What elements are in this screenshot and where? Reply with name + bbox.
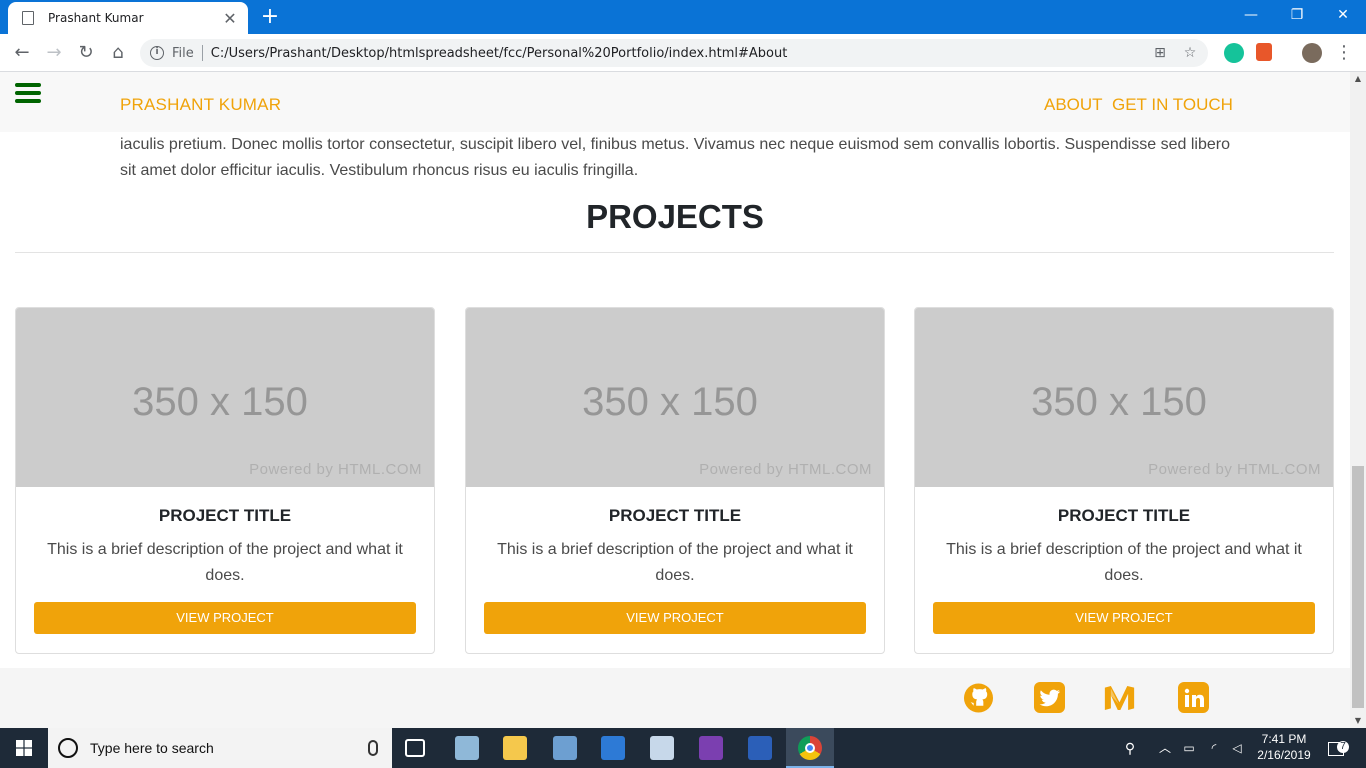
url-text[interactable]: C:/Users/Prashant/Desktop/htmlspreadshee… — [211, 46, 1148, 61]
view-project-button[interactable]: VIEW PROJECT — [484, 602, 866, 634]
file-explorer-icon[interactable] — [503, 736, 527, 760]
page-viewport: PRASHANT KUMAR ABOUT GET IN TOUCH iaculi… — [0, 72, 1350, 728]
tab-title: Prashant Kumar — [48, 11, 144, 25]
cortana-icon — [58, 738, 78, 758]
home-icon[interactable]: ⌂ — [106, 41, 130, 65]
view-project-button[interactable]: VIEW PROJECT — [34, 602, 416, 634]
linkedin-icon[interactable] — [1178, 682, 1209, 713]
system-clock[interactable]: 7:41 PM 2/16/2019 — [1252, 728, 1316, 768]
bookmark-star-icon[interactable]: ☆ — [1178, 43, 1202, 63]
scroll-down-icon[interactable]: ▼ — [1350, 714, 1366, 728]
project-description: This is a brief description of the proje… — [497, 541, 853, 584]
site-brand[interactable]: PRASHANT KUMAR — [120, 95, 281, 115]
clock-date: 2/16/2019 — [1257, 748, 1311, 762]
project-title: PROJECT TITLE — [1057, 506, 1191, 525]
project-title: PROJECT TITLE — [158, 506, 292, 525]
site-footer — [0, 668, 1350, 728]
taskbar-search-box[interactable]: Type here to search — [48, 728, 392, 768]
project-description: This is a brief description of the proje… — [47, 541, 403, 584]
image-placeholder-size: 350 x 150 — [582, 380, 758, 424]
image-placeholder-size: 350 x 150 — [1031, 380, 1207, 424]
project-description: This is a brief description of the proje… — [946, 541, 1302, 584]
github-icon[interactable] — [963, 682, 994, 713]
chrome-icon[interactable] — [798, 736, 822, 760]
notification-center-icon[interactable]: 7 — [1322, 728, 1350, 768]
app-icon-math[interactable] — [650, 736, 674, 760]
onenote-icon[interactable] — [699, 736, 723, 760]
windows-taskbar: Type here to search ⚲ ︿ ▭ ◜ ◁ 7:41 PM 2/… — [0, 728, 1366, 768]
microphone-icon[interactable] — [368, 740, 378, 756]
wifi-icon[interactable]: ◜ — [1205, 728, 1223, 768]
scrollbar-thumb[interactable] — [1352, 466, 1364, 708]
windows-start-button[interactable] — [0, 728, 48, 768]
nav-link-about[interactable]: ABOUT — [1044, 95, 1103, 115]
clock-time: 7:41 PM — [1261, 732, 1307, 746]
close-window-button[interactable]: ✕ — [1320, 0, 1366, 30]
hamburger-menu-icon[interactable] — [15, 83, 41, 105]
section-divider — [15, 252, 1334, 253]
image-placeholder-credit: Powered by HTML.COM — [1148, 461, 1321, 478]
notification-count-badge: 7 — [1337, 741, 1349, 753]
forward-icon[interactable]: → — [42, 41, 66, 65]
translate-icon[interactable]: ⊞ — [1148, 43, 1172, 63]
grammarly-icon[interactable] — [1224, 43, 1244, 63]
reload-icon[interactable]: ↻ — [74, 41, 98, 65]
back-icon[interactable]: ← — [10, 41, 34, 65]
site-navbar: PRASHANT KUMAR ABOUT GET IN TOUCH — [0, 72, 1350, 132]
tab-close-button[interactable]: ✕ — [222, 9, 238, 28]
image-placeholder-size: 350 x 150 — [132, 380, 308, 424]
scroll-up-icon[interactable]: ▲ — [1350, 72, 1366, 86]
image-placeholder-credit: Powered by HTML.COM — [249, 461, 422, 478]
taskbar-search-placeholder: Type here to search — [90, 740, 214, 756]
image-placeholder-credit: Powered by HTML.COM — [699, 461, 872, 478]
word-icon[interactable] — [748, 736, 772, 760]
app-icon-photos[interactable] — [553, 736, 577, 760]
info-icon[interactable]: i — [150, 46, 164, 60]
minimize-button[interactable]: — — [1228, 0, 1274, 30]
battery-icon[interactable]: ▭ — [1180, 728, 1198, 768]
app-icon-tool[interactable] — [455, 736, 479, 760]
browser-tab[interactable]: Prashant Kumar ✕ — [8, 2, 248, 34]
project-image: 350 x 150 Powered by HTML.COM — [915, 308, 1333, 487]
nav-link-get-in-touch[interactable]: GET IN TOUCH — [1112, 95, 1233, 115]
new-tab-button[interactable]: + — [258, 4, 282, 30]
task-view-icon[interactable] — [405, 739, 425, 757]
project-card: 350 x 150 Powered by HTML.COM PROJECT TI… — [914, 307, 1334, 654]
project-image: 350 x 150 Powered by HTML.COM — [16, 308, 434, 487]
project-card: 350 x 150 Powered by HTML.COM PROJECT TI… — [465, 307, 885, 654]
menu-dots-icon[interactable]: ⋮ — [1332, 41, 1356, 65]
page-scrollbar[interactable]: ▲ ▼ — [1350, 72, 1366, 728]
document-icon — [22, 11, 34, 25]
address-bar[interactable]: i File C:/Users/Prashant/Desktop/htmlspr… — [140, 39, 1208, 67]
divider — [201, 45, 203, 61]
profile-avatar[interactable] — [1302, 43, 1322, 63]
twitter-icon[interactable] — [1034, 682, 1065, 713]
restore-button[interactable]: ❐ — [1274, 0, 1320, 30]
store-icon[interactable] — [601, 736, 625, 760]
volume-icon[interactable]: ◁ — [1228, 728, 1246, 768]
people-icon[interactable]: ⚲ — [1120, 728, 1140, 768]
file-label: File — [172, 45, 194, 61]
project-title: PROJECT TITLE — [608, 506, 742, 525]
project-card: 350 x 150 Powered by HTML.COM PROJECT TI… — [15, 307, 435, 654]
project-image: 350 x 150 Powered by HTML.COM — [466, 308, 884, 487]
projects-heading: PROJECTS — [586, 198, 764, 235]
office-extension-icon[interactable] — [1256, 43, 1272, 61]
medium-icon[interactable] — [1104, 682, 1135, 713]
browser-titlebar: Prashant Kumar ✕ + — ❐ ✕ — [0, 0, 1366, 34]
chevron-up-icon[interactable]: ︿ — [1156, 728, 1174, 768]
active-app-highlight — [786, 728, 834, 768]
about-paragraph: iaculis pretium. Donec mollis tortor con… — [120, 136, 1230, 179]
view-project-button[interactable]: VIEW PROJECT — [933, 602, 1315, 634]
browser-toolbar: ← → ↻ ⌂ i File C:/Users/Prashant/Desktop… — [0, 34, 1366, 72]
